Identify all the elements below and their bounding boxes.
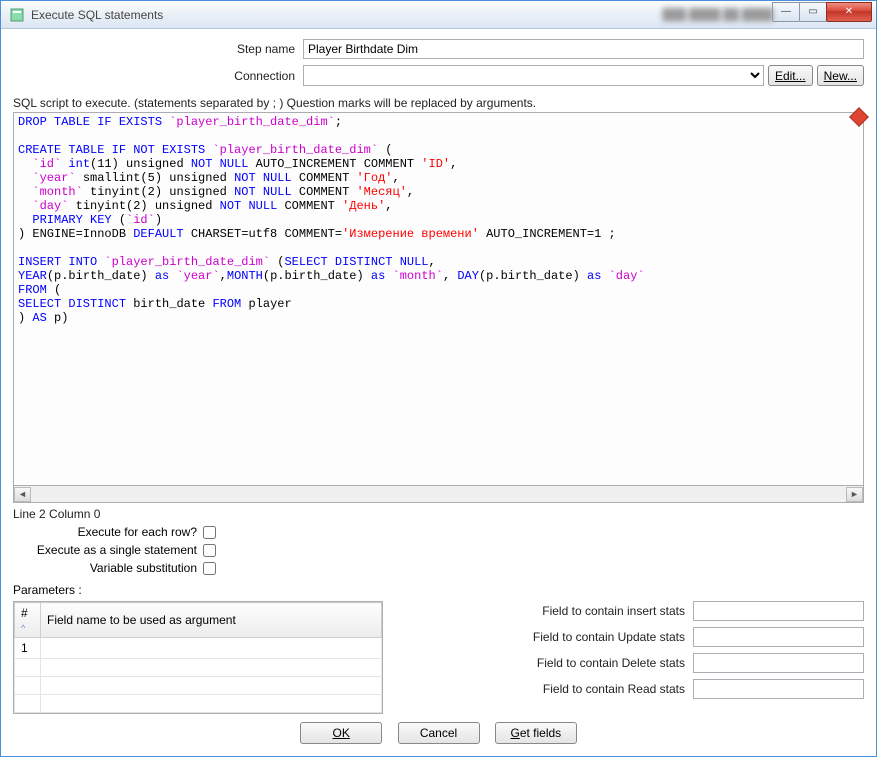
scroll-left-icon[interactable]: ◄: [14, 487, 31, 502]
grid-col-field[interactable]: Field name to be used as argument: [41, 603, 382, 638]
parameters-grid[interactable]: # ^ Field name to be used as argument 1: [13, 601, 383, 714]
content-area: Step name Connection Edit... New... SQL …: [1, 29, 876, 756]
table-row[interactable]: [15, 677, 382, 695]
row-field[interactable]: [41, 638, 382, 659]
grid-header-row: # ^ Field name to be used as argument: [15, 603, 382, 638]
window-controls: — ▭ ✕: [773, 2, 872, 22]
delete-stats-label: Field to contain Delete stats: [413, 656, 693, 670]
single-stmt-checkbox[interactable]: [203, 544, 216, 557]
script-label: SQL script to execute. (statements separ…: [13, 96, 864, 110]
single-stmt-label: Execute as a single statement: [13, 543, 203, 557]
read-stats-input[interactable]: [693, 679, 864, 699]
read-stats-label: Field to contain Read stats: [413, 682, 693, 696]
new-connection-button[interactable]: New...: [817, 65, 864, 86]
each-row-checkbox[interactable]: [203, 526, 216, 539]
cursor-status: Line 2 Column 0: [13, 507, 864, 521]
table-row[interactable]: 1: [15, 638, 382, 659]
single-stmt-check-row: Execute as a single statement: [13, 543, 864, 557]
table-row[interactable]: [15, 695, 382, 713]
lower-panel: # ^ Field name to be used as argument 1 …: [13, 601, 864, 714]
cancel-button[interactable]: Cancel: [398, 722, 480, 744]
horizontal-scrollbar[interactable]: ◄ ►: [13, 486, 864, 503]
step-name-label: Step name: [13, 42, 303, 56]
each-row-label: Execute for each row?: [13, 525, 203, 539]
editor-wrap: DROP TABLE IF EXISTS `player_birth_date_…: [13, 112, 864, 503]
read-stats-row: Field to contain Read stats: [413, 679, 864, 699]
dialog-window: Execute SQL statements ███ ████ ██ ████ …: [0, 0, 877, 757]
maximize-button[interactable]: ▭: [799, 2, 827, 22]
row-num: 1: [15, 638, 41, 659]
app-icon: [9, 7, 25, 23]
window-title: Execute SQL statements: [31, 8, 651, 22]
get-fields-button[interactable]: Get fields: [495, 722, 577, 744]
ok-button[interactable]: OK: [300, 722, 382, 744]
update-stats-label: Field to contain Update stats: [413, 630, 693, 644]
each-row-check-row: Execute for each row?: [13, 525, 864, 539]
insert-stats-row: Field to contain insert stats: [413, 601, 864, 621]
button-bar: OK Cancel Get fields: [13, 714, 864, 748]
connection-row: Connection Edit... New...: [13, 65, 864, 86]
titlebar[interactable]: Execute SQL statements ███ ████ ██ ████ …: [1, 1, 876, 29]
delete-stats-row: Field to contain Delete stats: [413, 653, 864, 673]
sql-editor[interactable]: DROP TABLE IF EXISTS `player_birth_date_…: [13, 112, 864, 486]
edit-connection-button[interactable]: Edit...: [768, 65, 813, 86]
var-sub-checkbox[interactable]: [203, 562, 216, 575]
step-name-row: Step name: [13, 39, 864, 59]
var-sub-check-row: Variable substitution: [13, 561, 864, 575]
var-sub-label: Variable substitution: [13, 561, 203, 575]
step-name-input[interactable]: [303, 39, 864, 59]
update-stats-input[interactable]: [693, 627, 864, 647]
minimize-button[interactable]: —: [772, 2, 800, 22]
connection-select[interactable]: [303, 65, 764, 86]
insert-stats-input[interactable]: [693, 601, 864, 621]
parameters-label: Parameters :: [13, 583, 864, 597]
scroll-right-icon[interactable]: ►: [846, 487, 863, 502]
table-row[interactable]: [15, 659, 382, 677]
stats-panel: Field to contain insert stats Field to c…: [413, 601, 864, 714]
connection-label: Connection: [13, 69, 303, 83]
insert-stats-label: Field to contain insert stats: [413, 604, 693, 618]
blurred-background: ███ ████ ██ ████: [663, 9, 773, 21]
close-button[interactable]: ✕: [826, 2, 872, 22]
delete-stats-input[interactable]: [693, 653, 864, 673]
update-stats-row: Field to contain Update stats: [413, 627, 864, 647]
grid-col-num[interactable]: # ^: [15, 603, 41, 638]
